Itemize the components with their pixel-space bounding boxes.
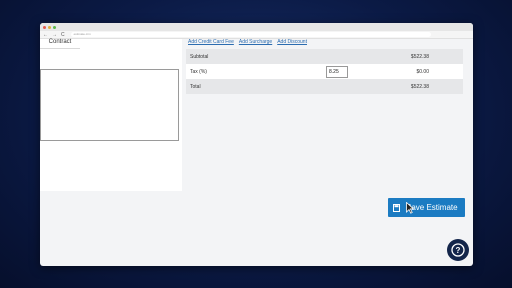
title-bar: [40, 23, 473, 31]
maximize-window-icon[interactable]: [53, 25, 56, 29]
help-glyph: ?: [456, 246, 461, 255]
contract-panel: Contract: [40, 39, 182, 191]
close-window-icon[interactable]: [43, 25, 46, 29]
add-credit-card-fee-link[interactable]: Add Credit Card Fee: [188, 39, 234, 46]
subtotal-label: Subtotal: [190, 54, 209, 60]
browser-toolbar: ← → C estimate.crm: [40, 31, 473, 39]
help-icon: ?: [451, 243, 465, 257]
forward-icon[interactable]: →: [52, 31, 57, 39]
total-value: $522.38: [410, 84, 429, 90]
add-surcharge-link[interactable]: Add Surcharge: [239, 39, 272, 46]
totals-summary: Subtotal $522.38 Tax (%) 8.25 $0.00 Tota…: [186, 49, 463, 94]
reload-icon[interactable]: C: [61, 31, 65, 39]
add-discount-link[interactable]: Add Discount: [277, 39, 307, 46]
tax-rate-input[interactable]: 8.25: [326, 66, 348, 78]
back-icon[interactable]: ←: [43, 31, 48, 39]
total-label: Total: [190, 84, 201, 90]
estimate-links: Add Credit Card Fee Add Surcharge Add Di…: [188, 39, 307, 46]
subtotal-value: $522.38: [410, 54, 429, 60]
minimize-window-icon[interactable]: [48, 25, 51, 29]
tab-contract[interactable]: Contract: [40, 39, 80, 49]
subtotal-row: Subtotal $522.38: [186, 49, 463, 64]
contract-textarea[interactable]: [40, 69, 179, 141]
save-estimate-button[interactable]: Save Estimate: [388, 198, 465, 217]
tax-value: $0.00: [416, 69, 429, 75]
tax-label: Tax (%): [190, 69, 207, 75]
tax-row: Tax (%) 8.25 $0.00: [186, 64, 463, 79]
address-bar[interactable]: estimate.crm: [70, 32, 431, 37]
cursor-icon: [406, 202, 414, 214]
help-button[interactable]: ?: [447, 239, 469, 261]
browser-window: ← → C estimate.crm Contract Add Credit C…: [40, 23, 473, 266]
page-content: Contract Add Credit Card Fee Add Surchar…: [40, 39, 473, 266]
save-icon: [393, 203, 400, 212]
total-row: Total $522.38: [186, 79, 463, 94]
